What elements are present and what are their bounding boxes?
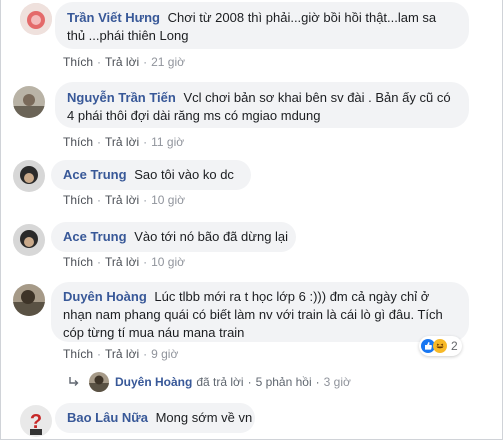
comment-text: Vào tới nó bão đã dừng lại <box>134 229 289 244</box>
comment-bubble: Bao Lâu Nữa Mong sớm về vn <box>55 403 255 433</box>
like-link[interactable]: Thích <box>63 193 93 207</box>
comment-time[interactable]: 11 giờ <box>151 135 184 149</box>
like-link[interactable]: Thích <box>63 347 93 361</box>
avatar[interactable] <box>20 3 52 35</box>
comment-author[interactable]: Nguyễn Trần Tiến <box>67 90 176 105</box>
comment-time[interactable]: 9 giờ <box>151 347 178 361</box>
comment-text: Mong sớm về vn <box>155 410 253 425</box>
comment-time[interactable]: 21 giờ <box>151 55 185 69</box>
reply-action: đã trả lời <box>196 375 244 389</box>
reply-link[interactable]: Trả lời <box>105 55 139 69</box>
comment-time[interactable]: 10 giờ <box>151 193 185 207</box>
comment-author[interactable]: Duyên Hoàng <box>63 289 147 304</box>
reply-arrow-icon <box>67 375 81 389</box>
avatar[interactable] <box>13 284 45 316</box>
reaction-count: 2 <box>451 339 458 353</box>
like-link[interactable]: Thích <box>63 255 93 269</box>
comment-actions: Thích · Trả lời · 21 giờ <box>63 55 185 69</box>
reply-link[interactable]: Trả lời <box>105 135 139 149</box>
comment-bubble: Ace Trung Sao tôi vào ko dc <box>51 160 251 190</box>
reply-link[interactable]: Trả lời <box>105 347 139 361</box>
avatar[interactable]: ? <box>20 405 52 437</box>
comment-author[interactable]: Bao Lâu Nữa <box>67 410 148 425</box>
avatar[interactable] <box>13 86 45 118</box>
comment-actions: Thích · Trả lời · 10 giờ <box>63 193 185 207</box>
comment-bubble: Ace Trung Vào tới nó bão đã dừng lại <box>51 222 296 252</box>
like-link[interactable]: Thích <box>63 55 93 69</box>
comment-thread: Trần Viết Hưng Chơi từ 2008 thì phải...g… <box>0 0 503 440</box>
comment-time[interactable]: 10 giờ <box>151 255 185 269</box>
reply-link[interactable]: Trả lời <box>105 193 139 207</box>
avatar[interactable] <box>13 224 45 256</box>
comment-bubble: Trần Viết Hưng Chơi từ 2008 thì phải...g… <box>55 2 469 49</box>
haha-reaction-icon <box>433 339 447 353</box>
comment-bubble: Duyên Hoàng Lúc tlbb mới ra t học lớp 6 … <box>51 282 469 342</box>
reply-author[interactable]: Duyên Hoàng <box>115 375 192 389</box>
avatar[interactable] <box>13 160 45 192</box>
reply-link[interactable]: Trả lời <box>105 255 139 269</box>
comment-text: Sao tôi vào ko dc <box>134 167 234 182</box>
comment-bubble: Nguyễn Trần Tiến Vcl chơi bản sơ khai bê… <box>55 82 469 128</box>
like-link[interactable]: Thích <box>63 135 93 149</box>
view-replies-link[interactable]: Duyên Hoàng đã trả lời · 5 phản hồi · 3 … <box>67 372 351 392</box>
comment-author[interactable]: Ace Trung <box>63 229 127 244</box>
comment-actions: Thích · Trả lời · 9 giờ <box>63 347 179 361</box>
reaction-summary[interactable]: 2 <box>419 336 462 356</box>
comment-actions: Thích · Trả lời · 10 giờ <box>63 255 185 269</box>
comment-author[interactable]: Trần Viết Hưng <box>67 10 160 25</box>
comment-author[interactable]: Ace Trung <box>63 167 127 182</box>
reply-time[interactable]: 3 giờ <box>324 375 351 389</box>
reply-count[interactable]: 5 phản hồi <box>256 375 312 389</box>
avatar <box>89 372 109 392</box>
comment-actions: Thích · Trả lời · 11 giờ <box>63 135 185 149</box>
